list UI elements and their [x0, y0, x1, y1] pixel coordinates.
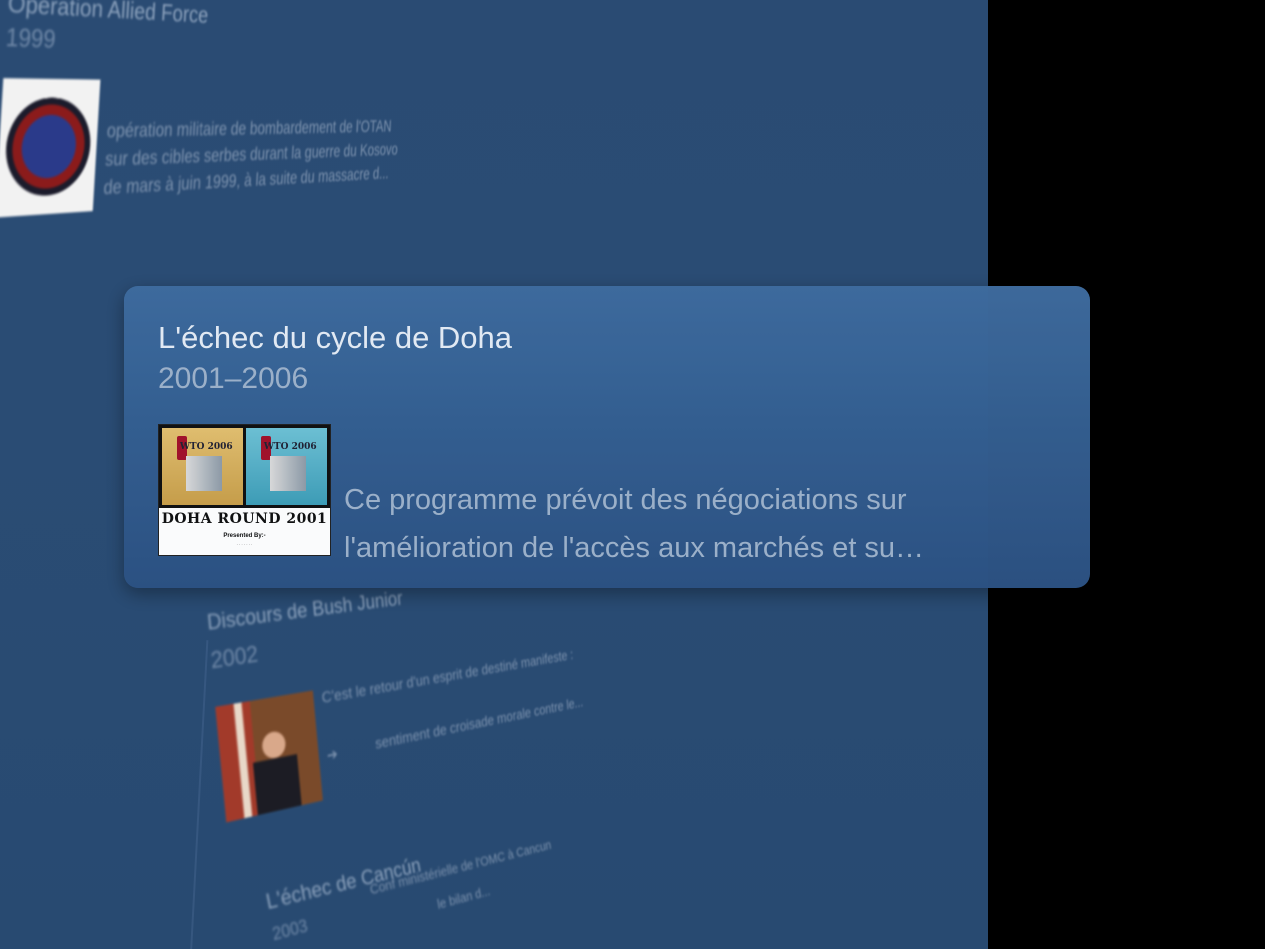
description-line: le bilan d... [436, 883, 492, 913]
description-line: sentiment de croisade morale contre le..… [374, 693, 584, 753]
event-date: 2002 [209, 641, 260, 675]
building-shape [186, 455, 222, 492]
event-title: Discours de Bush Junior [205, 586, 404, 635]
description-line: l'amélioration de l'accès aux marchés et… [344, 532, 925, 564]
event-description: opération militaire de bombardement de l… [103, 115, 412, 203]
event-title: L'échec du cycle de Doha [158, 320, 513, 355]
description-line: C'est le retour d'un esprit de destiné m… [320, 646, 574, 707]
otan-patch-image [3, 97, 94, 198]
thumbnail-fine-print: · · · · · · · [236, 542, 253, 547]
timeline-event-allied-force[interactable]: Opération Allied Force 1999 opération mi… [0, 0, 433, 293]
focused-event-card[interactable]: L'échec du cycle de Doha 2001–2006 WTO 2… [124, 286, 1090, 588]
event-date: 2003 [270, 915, 310, 945]
stamp: WTO 2006 [162, 428, 243, 505]
event-description: Ce programme prévoit des négociations su… [344, 476, 1024, 572]
thumbnail-caption: DOHA ROUND 2001 [161, 511, 328, 527]
stamp: WTO 2006 [246, 428, 327, 505]
arrow-icon[interactable]: ➔ [326, 745, 338, 766]
building-shape [270, 455, 306, 492]
timeline-connector [189, 640, 209, 949]
event-thumbnail [215, 690, 323, 823]
event-thumbnail [0, 78, 101, 218]
stamps-image: WTO 2006 WTO 2006 [159, 425, 330, 508]
stamp-text: WTO 2006 [263, 441, 317, 452]
event-thumbnail[interactable]: WTO 2006 WTO 2006 DOHA ROUND 2001 Presen… [158, 424, 331, 556]
thumbnail-presented-by: Presented By:- [223, 533, 266, 539]
timeline-event-cancun[interactable]: L'échec de Cancún 2003 Conf ministériell… [262, 792, 655, 949]
timeline-event-bush-speech[interactable]: Discours de Bush Junior 2002 C'est le re… [205, 556, 602, 823]
stamp-text: WTO 2006 [179, 441, 233, 452]
description-line: Ce programme prévoit des négociations su… [344, 484, 907, 516]
event-date: 2001–2006 [158, 362, 309, 395]
bush-photo [249, 722, 302, 816]
event-date: 1999 [4, 21, 57, 54]
